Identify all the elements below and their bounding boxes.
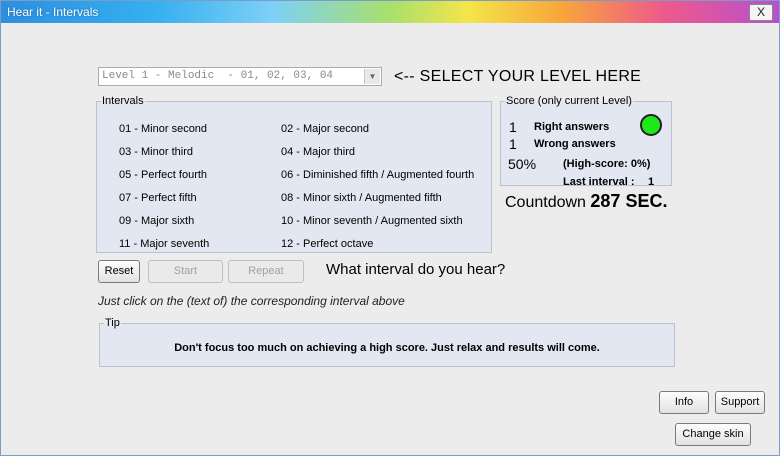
right-answers-label: Right answers <box>534 121 610 133</box>
window-title: Hear it - Intervals <box>7 5 99 19</box>
interval-11[interactable]: 11 - Major seventh <box>119 238 209 250</box>
countdown-value: 287 SEC. <box>590 191 668 211</box>
score-legend: Score (only current Level) <box>506 95 632 107</box>
countdown-label: Countdown <box>505 194 586 211</box>
wrong-answers-label: Wrong answers <box>534 138 616 150</box>
level-select-hint: <-- SELECT YOUR LEVEL HERE <box>394 68 642 85</box>
title-bar[interactable]: Hear it - Intervals X <box>1 1 779 23</box>
high-score: (High-score: 0%) <box>563 158 651 170</box>
interval-01[interactable]: 01 - Minor second <box>119 123 207 135</box>
intervals-group: Intervals 01 - Minor second 02 - Major s… <box>96 95 492 253</box>
support-button[interactable]: Support <box>715 391 765 414</box>
app-window: Hear it - Intervals X Level 1 - Melodic … <box>0 0 780 456</box>
interval-08[interactable]: 08 - Minor sixth / Augmented fifth <box>281 192 442 204</box>
tip-legend: Tip <box>105 317 120 329</box>
countdown: Countdown 287 SEC. <box>505 191 667 212</box>
interval-09[interactable]: 09 - Major sixth <box>119 215 194 227</box>
level-select[interactable]: Level 1 - Melodic - 01, 02, 03, 04 ▼ <box>98 67 382 86</box>
chevron-down-icon[interactable]: ▼ <box>364 69 380 84</box>
interval-12[interactable]: 12 - Perfect octave <box>281 238 373 250</box>
instruction-text: Just click on the (text of) the correspo… <box>98 294 405 308</box>
interval-10[interactable]: 10 - Minor seventh / Augmented sixth <box>281 215 463 227</box>
tip-text: Don't focus too much on achieving a high… <box>174 342 600 354</box>
intervals-legend: Intervals <box>102 95 144 107</box>
right-answers-count: 1 <box>509 119 517 135</box>
interval-05[interactable]: 05 - Perfect fourth <box>119 169 207 181</box>
score-percent: 50% <box>508 156 537 172</box>
status-indicator-icon <box>640 114 662 136</box>
start-button[interactable]: Start <box>148 260 223 283</box>
level-select-value: Level 1 - Melodic - 01, 02, 03, 04 <box>102 70 334 82</box>
last-interval-label: Last interval : <box>563 176 635 188</box>
close-button[interactable]: X <box>749 4 773 21</box>
interval-07[interactable]: 07 - Perfect fifth <box>119 192 197 204</box>
score-group: Score (only current Level) 1 Right answe… <box>500 95 672 188</box>
question-text: What interval do you hear? <box>326 261 506 278</box>
reset-button[interactable]: Reset <box>98 260 140 283</box>
repeat-button[interactable]: Repeat <box>228 260 304 283</box>
interval-03[interactable]: 03 - Minor third <box>119 146 193 158</box>
info-button[interactable]: Info <box>659 391 709 414</box>
change-skin-button[interactable]: Change skin <box>675 423 751 446</box>
interval-04[interactable]: 04 - Major third <box>281 146 355 158</box>
interval-02[interactable]: 02 - Major second <box>281 123 369 135</box>
interval-06[interactable]: 06 - Diminished fifth / Augmented fourth <box>281 169 474 181</box>
tip-group: Tip Don't focus too much on achieving a … <box>99 317 675 367</box>
last-interval-value: 1 <box>648 176 655 188</box>
wrong-answers-count: 1 <box>509 136 517 152</box>
